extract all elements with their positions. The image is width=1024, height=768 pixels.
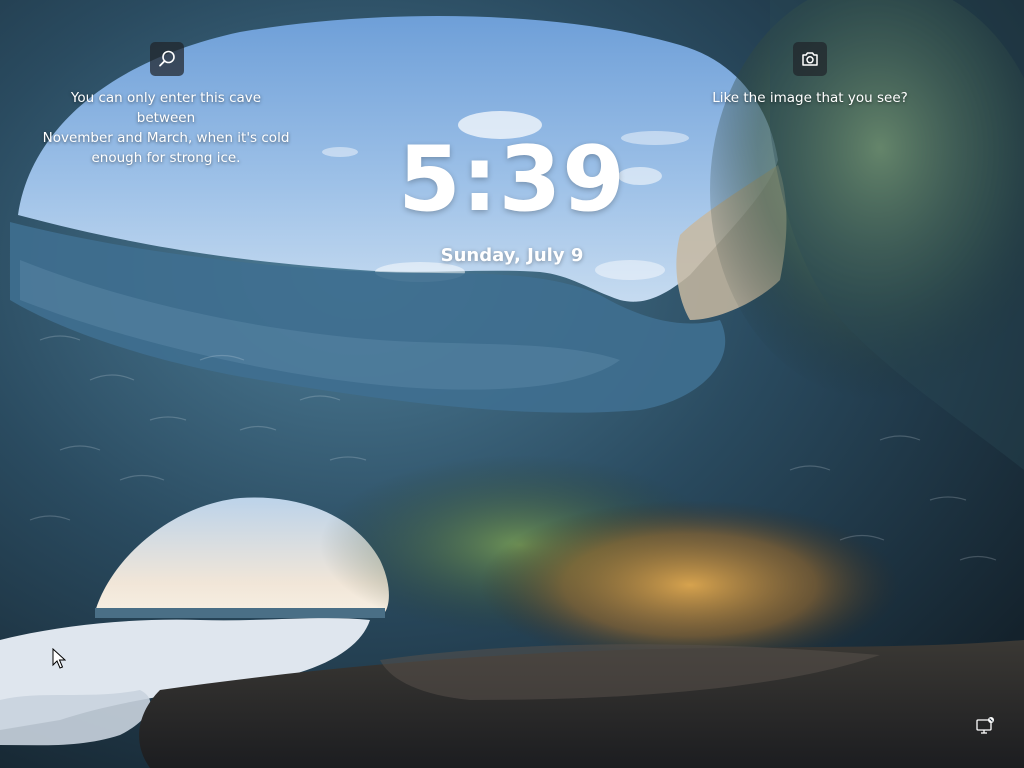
mouse-cursor-icon: [52, 648, 66, 669]
lock-screen: You can only enter this cave between Nov…: [0, 0, 1024, 768]
camera-icon: [802, 52, 818, 66]
spotlight-like-button[interactable]: [793, 42, 827, 76]
spotlight-fact-text[interactable]: You can only enter this cave between Nov…: [40, 88, 292, 168]
clock-date: Sunday, July 9: [440, 245, 584, 266]
spotlight-like-prompt[interactable]: Like the image that you see?: [700, 88, 920, 108]
search-icon: [159, 50, 175, 67]
spotlight-info-button[interactable]: [150, 42, 184, 76]
network-icon[interactable]: [975, 716, 995, 736]
clock-time: 5:39: [398, 127, 626, 232]
